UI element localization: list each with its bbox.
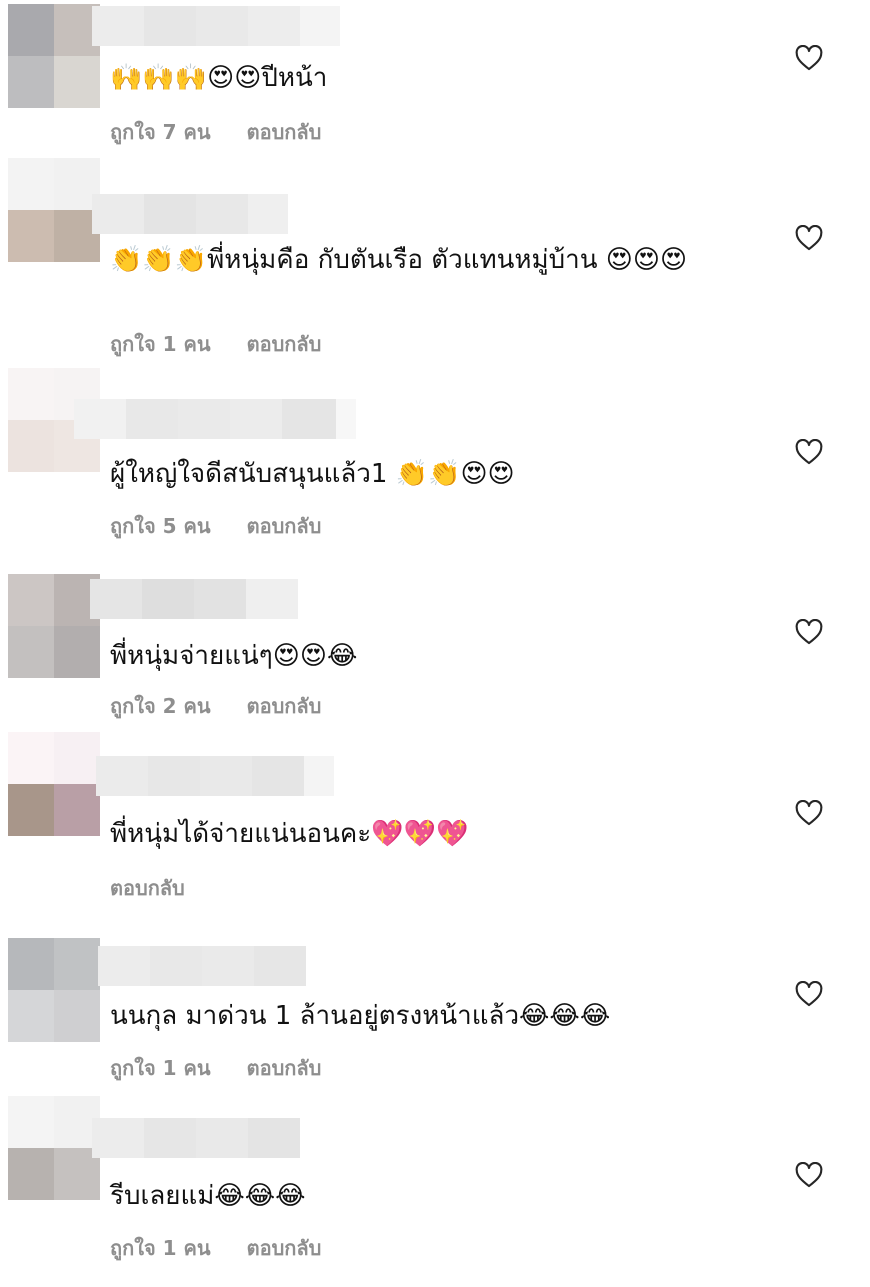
like-count[interactable]: ถูกใจ 7 คน (110, 116, 211, 148)
comment-text: ผู้ใหญ่ใจดีสนับสนุนแล้ว1 👏👏😍😍 (110, 459, 515, 489)
username-blurred[interactable] (92, 194, 288, 234)
username-blurred[interactable] (92, 1118, 300, 1158)
username-blurred[interactable] (92, 6, 340, 46)
reply-button[interactable]: ตอบกลับ (247, 328, 322, 360)
avatar[interactable] (8, 732, 100, 836)
like-count[interactable]: ถูกใจ 2 คน (110, 690, 211, 722)
comment-meta: ถูกใจ 1 คน ตอบกลับ (110, 328, 321, 360)
comment-meta: ถูกใจ 1 คน ตอบกลับ (110, 1232, 321, 1264)
username-blurred[interactable] (90, 579, 298, 619)
heart-outline-icon[interactable] (795, 45, 823, 71)
comment-text: 🙌🙌🙌😍😍ปีหน้า (110, 63, 328, 93)
reply-button[interactable]: ตอบกลับ (247, 116, 322, 148)
heart-outline-icon[interactable] (795, 1162, 823, 1188)
like-count[interactable]: ถูกใจ 1 คน (110, 1232, 211, 1264)
comment-text: 👏👏👏พี่หนุ่มคือ กับตันเรือ ตัวแทนหมู่บ้าน… (110, 245, 688, 275)
username-blurred[interactable] (96, 756, 334, 796)
reply-button[interactable]: ตอบกลับ (247, 1052, 322, 1084)
username-blurred[interactable] (98, 946, 306, 986)
like-count[interactable]: ถูกใจ 1 คน (110, 1052, 211, 1084)
comment-meta: ถูกใจ 5 คน ตอบกลับ (110, 510, 321, 542)
like-count[interactable]: ถูกใจ 1 คน (110, 328, 211, 360)
avatar[interactable] (8, 4, 100, 108)
heart-outline-icon[interactable] (795, 225, 823, 251)
comment-text: รีบเลยแม่😂😂😂 (110, 1181, 306, 1211)
comment-text: พี่หนุ่มได้จ่ายแน่นอนคะ💖💖💖 (110, 819, 469, 849)
reply-button[interactable]: ตอบกลับ (110, 872, 185, 904)
heart-outline-icon[interactable] (795, 619, 823, 645)
heart-outline-icon[interactable] (795, 800, 823, 826)
avatar[interactable] (8, 1096, 100, 1200)
avatar[interactable] (8, 938, 100, 1042)
reply-button[interactable]: ตอบกลับ (247, 690, 322, 722)
comment-meta: ตอบกลับ (110, 872, 185, 904)
comment-meta: ถูกใจ 1 คน ตอบกลับ (110, 1052, 321, 1084)
comment-text: นนกุล มาด่วน 1 ล้านอยู่ตรงหน้าแล้ว😂😂😂 (110, 1001, 611, 1031)
reply-button[interactable]: ตอบกลับ (247, 1232, 322, 1264)
avatar[interactable] (8, 574, 100, 678)
heart-outline-icon[interactable] (795, 981, 823, 1007)
heart-outline-icon[interactable] (795, 439, 823, 465)
comment-text: พี่หนุ่มจ่ายแน่ๆ😍😍😂 (110, 641, 358, 671)
reply-button[interactable]: ตอบกลับ (247, 510, 322, 542)
username-blurred[interactable] (74, 399, 356, 439)
avatar[interactable] (8, 158, 100, 262)
comment-meta: ถูกใจ 7 คน ตอบกลับ (110, 116, 321, 148)
like-count[interactable]: ถูกใจ 5 คน (110, 510, 211, 542)
comment-meta: ถูกใจ 2 คน ตอบกลับ (110, 690, 321, 722)
